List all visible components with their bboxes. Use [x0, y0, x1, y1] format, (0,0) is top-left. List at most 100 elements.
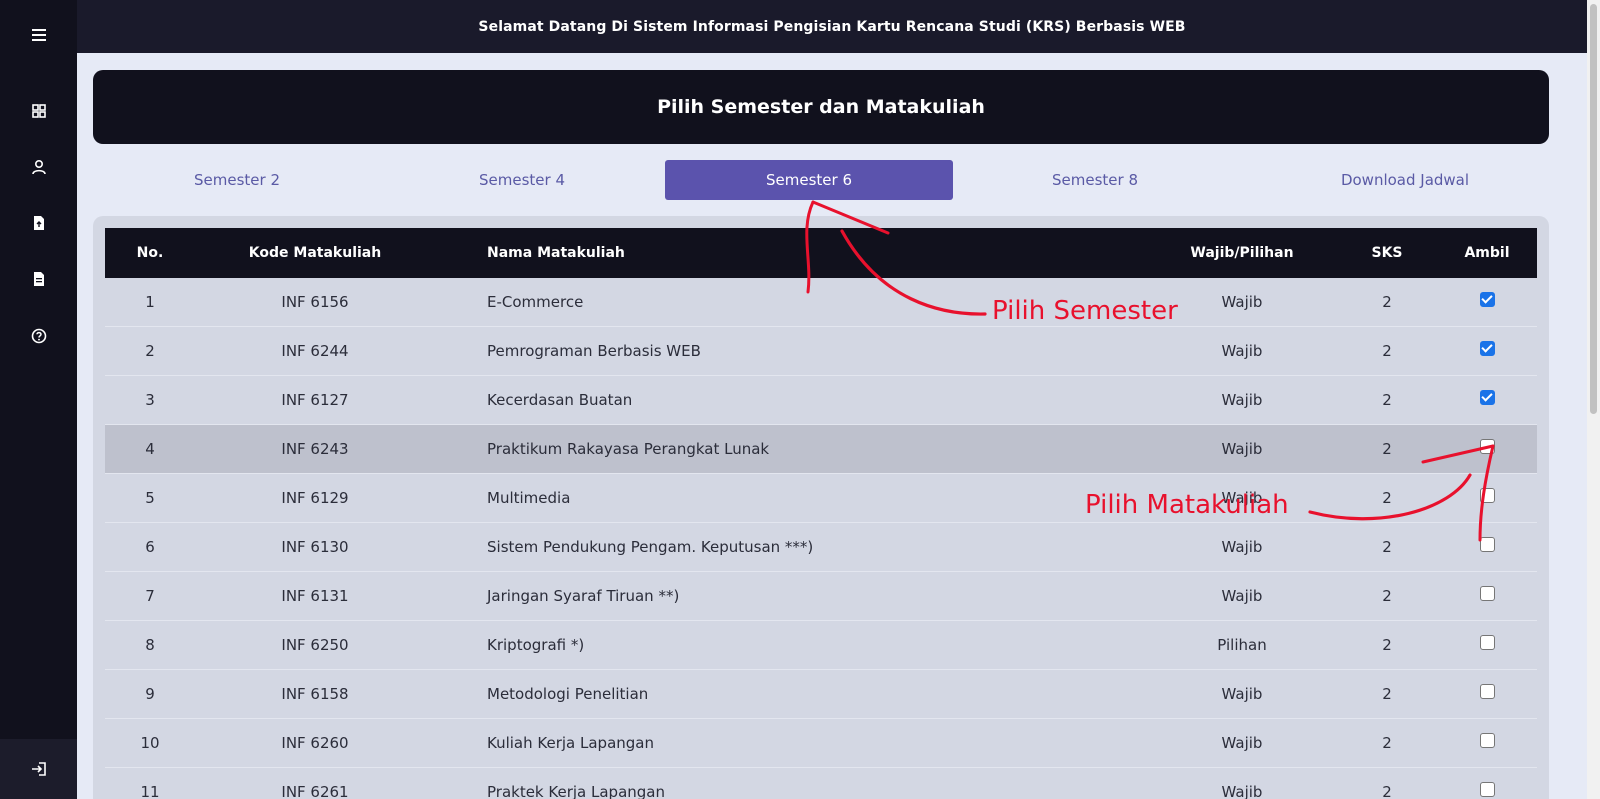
- row-nama: Kecerdasan Buatan: [487, 391, 633, 409]
- row-sks: 2: [1382, 293, 1392, 311]
- annotation-pilih-matakuliah: Pilih Matakuliah: [1085, 490, 1289, 520]
- page-scrollbar[interactable]: [1587, 0, 1600, 799]
- tab-semester-8[interactable]: Semester 8: [951, 160, 1239, 200]
- table-row: 8 INF 6250 Kriptografi *) Pilihan 2: [105, 621, 1537, 670]
- row-kode: INF 6158: [281, 685, 349, 703]
- ambil-checkbox[interactable]: [1479, 634, 1495, 650]
- table-row: 4 INF 6243 Praktikum Rakayasa Perangkat Lu…: [105, 425, 1537, 474]
- ambil-checkbox[interactable]: [1479, 781, 1495, 797]
- row-ambil: [1437, 278, 1537, 326]
- table-row: 1 INF 6156 E-Commerce Wajib 2: [105, 278, 1537, 327]
- row-ambil: [1437, 425, 1537, 473]
- ambil-checkbox[interactable]: [1479, 438, 1495, 454]
- row-no: 5: [145, 489, 155, 507]
- ambil-checkbox[interactable]: [1479, 536, 1495, 552]
- row-wajib-pilihan: Wajib: [1221, 391, 1263, 409]
- row-no: 8: [145, 636, 155, 654]
- row-no: 6: [145, 538, 155, 556]
- row-no: 7: [145, 587, 155, 605]
- row-wajib-pilihan: Wajib: [1221, 440, 1263, 458]
- ambil-checkbox[interactable]: [1479, 683, 1495, 699]
- row-kode: INF 6260: [281, 734, 349, 752]
- row-sks: 2: [1382, 489, 1392, 507]
- file-upload-icon[interactable]: [0, 203, 77, 243]
- top-bar: Selamat Datang Di Sistem Informasi Pengi…: [77, 0, 1587, 53]
- table-header: No. Kode Matakuliah Nama Matakuliah Waji…: [105, 228, 1537, 278]
- ambil-checkbox[interactable]: [1479, 732, 1495, 748]
- row-sks: 2: [1382, 587, 1392, 605]
- annotation-pilih-semester: Pilih Semester: [992, 296, 1178, 326]
- menu-icon[interactable]: [0, 15, 77, 55]
- tab-download-jadwal[interactable]: Download Jadwal: [1261, 160, 1549, 200]
- row-nama: Metodologi Penelitian: [487, 685, 649, 703]
- row-wajib-pilihan: Wajib: [1221, 783, 1263, 799]
- scrollbar-thumb[interactable]: [1590, 4, 1597, 414]
- row-sks: 2: [1382, 685, 1392, 703]
- tab-semester-4[interactable]: Semester 4: [378, 160, 666, 200]
- header-kode: Kode Matakuliah: [248, 245, 382, 261]
- row-no: 10: [140, 734, 160, 752]
- row-wajib-pilihan: Wajib: [1221, 538, 1263, 556]
- row-sks: 2: [1382, 342, 1392, 360]
- row-ambil: [1437, 768, 1537, 799]
- course-table: No. Kode Matakuliah Nama Matakuliah Waji…: [93, 216, 1549, 799]
- table-row: 5 INF 6129 Multimedia Wajib 2: [105, 474, 1537, 523]
- row-no: 11: [140, 783, 160, 799]
- table-row: 11 INF 6261 Praktek Kerja Lapangan Wajib 2: [105, 768, 1537, 799]
- row-nama: Kuliah Kerja Lapangan: [487, 734, 654, 752]
- row-nama: Jaringan Syaraf Tiruan **): [487, 587, 680, 605]
- row-ambil: [1437, 523, 1537, 571]
- row-ambil: [1437, 327, 1537, 375]
- row-no: 9: [145, 685, 155, 703]
- table-row: 6 INF 6130 Sistem Pendukung Pengam. Keputu…: [105, 523, 1537, 572]
- ambil-checkbox[interactable]: [1479, 389, 1495, 405]
- table-row: 7 INF 6131 Jaringan Syaraf Tiruan **) Wajib…: [105, 572, 1537, 621]
- dashboard-icon[interactable]: [0, 91, 77, 131]
- header-ambil: Ambil: [1464, 245, 1510, 261]
- row-kode: INF 6244: [281, 342, 349, 360]
- row-no: 1: [145, 293, 155, 311]
- ambil-checkbox[interactable]: [1479, 340, 1495, 356]
- row-sks: 2: [1382, 538, 1392, 556]
- row-no: 4: [145, 440, 155, 458]
- row-ambil: [1437, 572, 1537, 620]
- row-wajib-pilihan: Pilihan: [1217, 636, 1267, 654]
- row-sks: 2: [1382, 783, 1392, 799]
- ambil-checkbox[interactable]: [1479, 487, 1495, 503]
- row-ambil: [1437, 474, 1537, 522]
- header-no: No.: [136, 245, 164, 261]
- table-row: 10 INF 6260 Kuliah Kerja Lapangan Wajib 2: [105, 719, 1537, 768]
- header-wajib-pilihan: Wajib/Pilihan: [1190, 245, 1294, 261]
- row-sks: 2: [1382, 440, 1392, 458]
- table-row: 9 INF 6158 Metodologi Penelitian Wajib 2: [105, 670, 1537, 719]
- row-kode: INF 6130: [281, 538, 349, 556]
- document-icon[interactable]: [0, 259, 77, 299]
- header-nama: Nama Matakuliah: [487, 245, 625, 261]
- row-nama: Praktikum Rakayasa Perangkat Lunak: [487, 440, 770, 458]
- row-ambil: [1437, 376, 1537, 424]
- logout-button[interactable]: [0, 739, 77, 799]
- row-wajib-pilihan: Wajib: [1221, 342, 1263, 360]
- row-wajib-pilihan: Wajib: [1221, 685, 1263, 703]
- ambil-checkbox[interactable]: [1479, 291, 1495, 307]
- row-sks: 2: [1382, 734, 1392, 752]
- ambil-checkbox[interactable]: [1479, 585, 1495, 601]
- user-icon[interactable]: [0, 147, 77, 187]
- header-sks: SKS: [1371, 245, 1403, 261]
- row-ambil: [1437, 670, 1537, 718]
- row-kode: INF 6243: [281, 440, 349, 458]
- page-header-card: Pilih Semester dan Matakuliah: [93, 70, 1549, 144]
- row-no: 2: [145, 342, 155, 360]
- row-ambil: [1437, 719, 1537, 767]
- row-kode: INF 6129: [281, 489, 349, 507]
- page-title: Pilih Semester dan Matakuliah: [657, 96, 985, 118]
- row-nama: Praktek Kerja Lapangan: [487, 783, 665, 799]
- table-body: 1 INF 6156 E-Commerce Wajib 2 2 INF 6244 Pemrog…: [105, 278, 1537, 799]
- help-icon[interactable]: [0, 316, 77, 356]
- row-kode: INF 6261: [281, 783, 349, 799]
- row-kode: INF 6156: [281, 293, 349, 311]
- row-sks: 2: [1382, 391, 1392, 409]
- tab-semester-6[interactable]: Semester 6: [665, 160, 953, 200]
- tab-semester-2[interactable]: Semester 2: [93, 160, 381, 200]
- semester-tabs: Semester 2 Semester 4 Semester 6 Semeste…: [93, 160, 1549, 200]
